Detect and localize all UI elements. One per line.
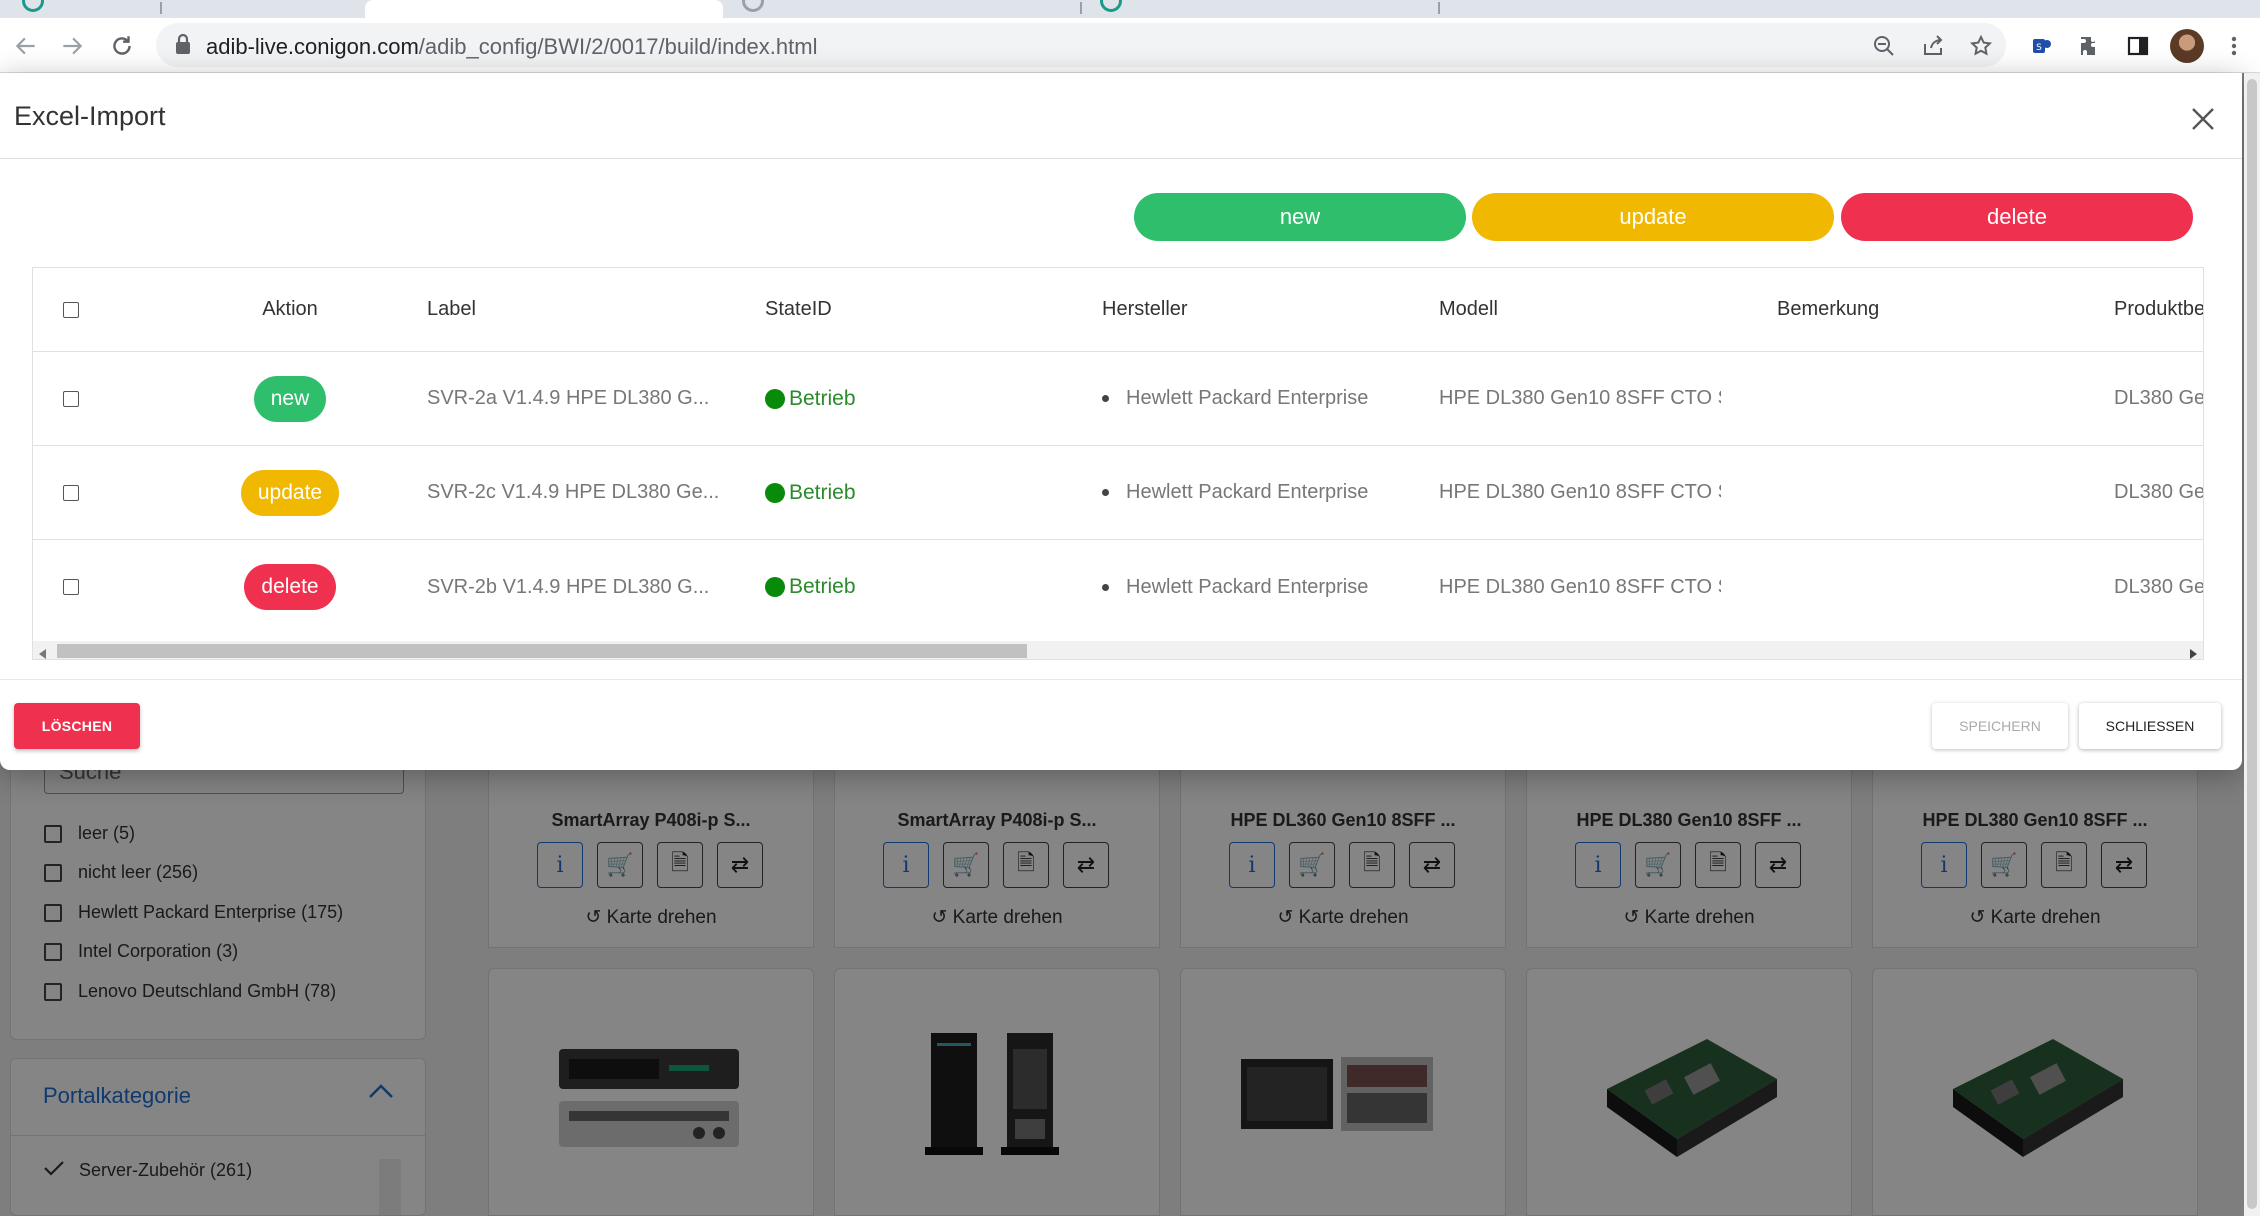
state-cell: Betrieb <box>765 540 1065 634</box>
bullet-icon <box>1102 395 1109 402</box>
zoom-icon[interactable] <box>1869 31 1899 61</box>
bemerkung-cell <box>1777 352 2077 445</box>
hersteller-cell: Hewlett Packard Enterprise <box>1102 446 1402 539</box>
row-checkbox[interactable] <box>63 484 79 501</box>
row-checkbox[interactable] <box>63 579 79 595</box>
footer-divider <box>0 679 2242 680</box>
svg-text:S: S <box>2036 43 2042 53</box>
tab-favicon-icon <box>1100 0 1122 12</box>
legend-new-button[interactable]: new <box>1134 193 1466 241</box>
back-icon[interactable] <box>6 26 46 66</box>
import-table: Aktion Label StateID Hersteller Modell B… <box>32 267 2204 660</box>
column-header-modell[interactable]: Modell <box>1439 268 1739 351</box>
close-icon[interactable] <box>2185 101 2221 137</box>
action-badge-update: update <box>240 469 340 516</box>
select-all-cell <box>63 268 93 351</box>
action-cell: delete <box>195 540 385 634</box>
state-text: Betrieb <box>789 480 856 504</box>
table-row[interactable]: delete SVR-2b V1.4.9 HPE DL380 G... Betr… <box>33 540 2204 641</box>
label-cell: SVR-2c V1.4.9 HPE DL380 Ge... <box>427 481 720 503</box>
column-header-label[interactable]: Label <box>427 268 727 351</box>
status-dot-icon <box>765 482 785 503</box>
page-scrollbar[interactable] <box>2244 73 2260 1216</box>
loeschen-button[interactable]: LÖSCHEN <box>14 703 140 749</box>
hersteller-cell: Hewlett Packard Enterprise <box>1102 540 1402 634</box>
puzzle-icon[interactable] <box>2074 30 2106 62</box>
label-cell: SVR-2b V1.4.9 HPE DL380 G... <box>427 575 710 598</box>
label-cell: SVR-2a V1.4.9 HPE DL380 G... <box>427 387 710 409</box>
excel-import-dialog: Excel-Import new update delete Aktion La… <box>0 73 2242 770</box>
address-bar[interactable]: adib-live.conigon.com/adib_config/BWI/2/… <box>156 23 2006 67</box>
column-header-aktion[interactable]: Aktion <box>195 268 385 351</box>
bullet-icon <box>1102 489 1109 496</box>
row-select-cell <box>63 540 93 634</box>
column-header-hersteller[interactable]: Hersteller <box>1102 268 1402 351</box>
table-header-row: Aktion Label StateID Hersteller Modell B… <box>33 268 2203 352</box>
modell-cell: HPE DL380 Gen10 8SFF CTO Se <box>1439 387 1721 409</box>
lock-icon <box>174 33 192 60</box>
legend-delete-button[interactable]: delete <box>1841 193 2193 241</box>
modell-cell: HPE DL380 Gen10 8SFF CTO Se <box>1439 481 1721 503</box>
action-cell: update <box>195 446 385 539</box>
scrollbar-thumb[interactable] <box>57 644 1027 658</box>
table-row[interactable]: update SVR-2c V1.4.9 HPE DL380 Ge... Bet… <box>33 446 2204 540</box>
scroll-right-icon[interactable] <box>2189 646 2197 659</box>
produkt-cell: DL380 Ge <box>2114 481 2204 503</box>
state-cell: Betrieb <box>765 352 1065 445</box>
column-header-stateid[interactable]: StateID <box>765 268 1065 351</box>
modell-cell: HPE DL380 Gen10 8SFF CTO Se <box>1439 575 1721 598</box>
tab-separator <box>160 2 162 14</box>
sidepanel-icon[interactable] <box>2122 30 2154 62</box>
share-icon[interactable] <box>1918 31 1948 61</box>
tab-favicon-icon <box>22 0 44 12</box>
column-header-produkt[interactable]: Produktbe <box>2114 268 2203 351</box>
table-horizontal-scrollbar[interactable] <box>33 641 2203 659</box>
hersteller-cell: Hewlett Packard Enterprise <box>1102 352 1402 445</box>
table-row[interactable]: new SVR-2a V1.4.9 HPE DL380 G... Betrieb… <box>33 352 2204 446</box>
state-text: Betrieb <box>789 575 856 598</box>
hersteller-text: Hewlett Packard Enterprise <box>1126 387 1369 409</box>
tab-separator <box>1080 2 1082 14</box>
action-cell: new <box>195 352 385 445</box>
row-select-cell <box>63 352 93 445</box>
page-scrollbar-thumb[interactable] <box>2247 79 2257 1209</box>
legend-update-button[interactable]: update <box>1472 193 1834 241</box>
forward-icon[interactable] <box>52 26 92 66</box>
dialog-divider <box>0 158 2242 159</box>
row-checkbox[interactable] <box>63 390 79 407</box>
bullet-icon <box>1102 583 1109 591</box>
produkt-cell: DL380 Ge <box>2114 387 2204 409</box>
tab-active[interactable] <box>365 0 723 18</box>
dialog-title: Excel-Import <box>14 101 166 131</box>
url-text[interactable]: adib-live.conigon.com/adib_config/BWI/2/… <box>206 34 817 60</box>
extension-icon[interactable]: S <box>2026 30 2058 62</box>
tab-separator <box>1438 2 1440 14</box>
status-dot-icon <box>765 577 785 597</box>
row-select-cell <box>63 446 93 539</box>
star-icon[interactable] <box>1966 31 1996 61</box>
tab-strip <box>0 0 2260 18</box>
speichern-button[interactable]: SPEICHERN <box>1932 703 2068 749</box>
hersteller-text: Hewlett Packard Enterprise <box>1126 575 1369 598</box>
tab-favicon-icon <box>742 0 764 12</box>
state-cell: Betrieb <box>765 446 1065 539</box>
schliessen-button[interactable]: SCHLIESSEN <box>2079 703 2221 749</box>
action-badge-delete: delete <box>244 564 336 610</box>
menu-icon[interactable] <box>2218 30 2250 62</box>
bemerkung-cell <box>1777 540 2077 634</box>
browser-toolbar: adib-live.conigon.com/adib_config/BWI/2/… <box>0 18 2260 73</box>
reload-icon[interactable] <box>102 26 142 66</box>
produkt-cell: DL380 Ge <box>2114 575 2204 598</box>
select-all-checkbox[interactable] <box>63 301 79 318</box>
url-path: /adib_config/BWI/2/0017/build/index.html <box>418 34 818 59</box>
url-host: adib-live.conigon.com <box>206 34 419 59</box>
state-text: Betrieb <box>789 386 856 410</box>
action-badge-new: new <box>253 375 327 422</box>
hersteller-text: Hewlett Packard Enterprise <box>1126 481 1369 503</box>
bemerkung-cell <box>1777 446 2077 539</box>
column-header-bemerkung[interactable]: Bemerkung <box>1777 268 2077 351</box>
status-dot-icon <box>765 388 785 409</box>
profile-avatar[interactable] <box>2170 29 2204 63</box>
scroll-left-icon[interactable] <box>39 646 47 659</box>
